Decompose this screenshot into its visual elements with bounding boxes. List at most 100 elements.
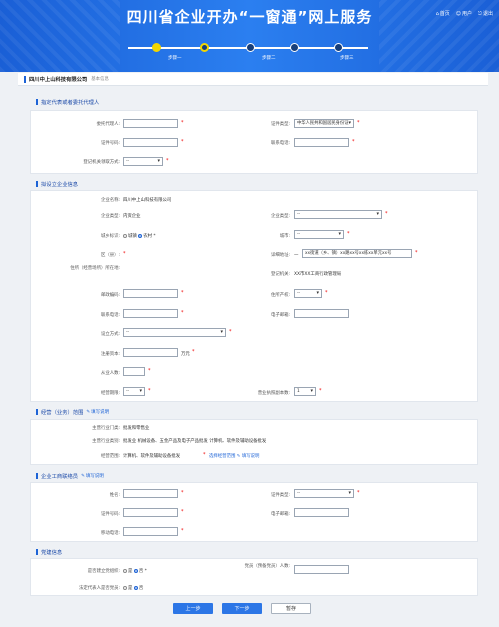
liaison-email-input[interactable] — [294, 508, 349, 517]
setup-way-select[interactable]: -- — [123, 328, 226, 337]
property-select[interactable]: -- — [294, 289, 322, 298]
period-select[interactable]: -- — [123, 387, 145, 396]
scope-help-link[interactable]: ✎ 填写说明 — [86, 409, 110, 416]
edit-icon: ✎ — [236, 454, 241, 459]
select-scope-label: 选择经营范围 — [209, 454, 236, 459]
scope-label: 经营范围: — [100, 454, 120, 459]
liaison-idtype-select[interactable]: -- — [294, 489, 354, 498]
address-input[interactable]: xx街道（乡、镇）xx路xx号xx栋xx单元xx号 — [302, 249, 412, 258]
save-draft-button[interactable]: 暂存 — [271, 603, 311, 614]
step-label-3: 步骤三 — [340, 56, 354, 61]
radio-urban[interactable] — [123, 233, 127, 238]
legal-rep-party-radios: 是 否 — [123, 585, 143, 591]
required-mark: * — [181, 490, 184, 496]
section-agent-title: 指定代表或者委托代理人 — [41, 100, 100, 106]
header-banner: 四川省企业开办“一窗通”网上服务 ⌂ 首页 ☺ 用户 ⎋ 退出 步骤一 步骤二 步骤三 — [0, 0, 499, 72]
required-mark: * — [181, 509, 184, 515]
required-mark: * — [181, 310, 184, 316]
required-mark: * — [319, 388, 322, 394]
agent-input[interactable] — [123, 119, 178, 128]
liaison-idno-label: 证件号码: — [100, 512, 120, 517]
step-label-1: 步骤一 — [168, 56, 182, 61]
employees-input[interactable] — [123, 367, 145, 376]
section-marker — [36, 99, 38, 105]
liaison-mobile-label: 移动电话: — [100, 531, 120, 536]
liaison-name-input[interactable] — [123, 489, 178, 498]
section-company-header: 拟设立企业信息 — [36, 180, 78, 188]
agent-label: 委托代理人: — [96, 122, 120, 127]
nav-logout[interactable]: ⎋ 退出 — [478, 10, 493, 18]
liaison-help-label: 填写说明 — [85, 474, 104, 479]
id-number-label: 证件号码: — [100, 141, 120, 146]
section-party-header: 党建信息 — [36, 548, 62, 556]
section-liaison-header: 企业工商联络员 ✎ 填写说明 — [36, 472, 104, 480]
main-industry-label: 主营行业类别: — [92, 439, 120, 444]
phone-input[interactable] — [294, 138, 349, 147]
logout-icon: ⎋ — [478, 10, 482, 17]
party-count-input[interactable] — [294, 565, 349, 574]
city-select[interactable]: -- — [294, 230, 344, 239]
party-org-radios: 是 否 * — [123, 568, 147, 574]
nav-user[interactable]: ☺ 用户 — [456, 10, 472, 18]
required-mark: * — [181, 139, 184, 145]
company-type-value: 内资企业 — [123, 214, 141, 219]
setup-way-label: 设立方式: — [100, 332, 120, 337]
select-scope-link[interactable]: 选择经营范围 ✎ 填写说明 — [209, 453, 259, 459]
top-nav: ⌂ 首页 ☺ 用户 ⎋ 退出 — [435, 10, 493, 18]
step-dot-1b — [200, 43, 209, 52]
radio-rep-no[interactable] — [133, 585, 138, 590]
zip-input[interactable] — [123, 289, 178, 298]
city-label: 城市: — [279, 234, 290, 239]
required-mark: * — [166, 158, 169, 164]
zip-label: 邮政编码: — [100, 293, 120, 298]
home-icon: ⌂ — [435, 10, 439, 17]
required-mark: * — [148, 368, 151, 374]
company-phone-input[interactable] — [123, 309, 178, 318]
industry-type-select[interactable]: -- — [294, 210, 382, 219]
id-number-input[interactable] — [123, 138, 178, 147]
liaison-mobile-input[interactable] — [123, 527, 178, 536]
email-input[interactable] — [294, 309, 349, 318]
step-label-2: 步骤二 — [262, 56, 276, 61]
email-label: 电子邮箱: — [270, 313, 290, 318]
radio-rep-yes[interactable] — [123, 585, 127, 590]
section-marker — [36, 181, 38, 187]
nav-logout-label: 退出 — [482, 11, 493, 17]
liaison-email-label: 电子邮箱: — [270, 512, 290, 517]
scope-help-label: 填写说明 — [91, 410, 110, 415]
employees-label: 从业人数: — [100, 371, 120, 376]
section-company-title: 拟设立企业信息 — [41, 182, 79, 188]
required-mark: * — [415, 250, 418, 256]
pickup-select[interactable]: -- — [123, 157, 163, 166]
liaison-idno-input[interactable] — [123, 508, 178, 517]
radio-rural-label: 农村 — [143, 234, 152, 239]
section-party-title: 党建信息 — [41, 550, 63, 556]
required-mark: * — [357, 490, 360, 496]
prev-button[interactable]: 上一步 — [173, 603, 213, 614]
breadcrumb-marker — [24, 75, 26, 83]
id-type-select[interactable]: 中华人民共和国居民身份证 — [294, 119, 354, 128]
section-scope-header: 经营（业务）范围 ✎ 填写说明 — [36, 408, 109, 416]
liaison-name-label: 姓名: — [109, 493, 120, 498]
company-name-value: 四川中上山科技有限公司 — [123, 198, 172, 203]
required-mark: * — [181, 290, 184, 296]
required-mark: * — [203, 452, 206, 458]
property-label: 住所产权: — [270, 293, 290, 298]
radio-rural[interactable] — [138, 233, 143, 238]
required-mark: * — [352, 139, 355, 145]
capital-input[interactable] — [123, 348, 178, 357]
nav-home[interactable]: ⌂ 首页 — [435, 10, 450, 18]
party-count-label: 党员（预备党员）人数: — [244, 564, 290, 569]
step-dot-1a — [152, 43, 161, 52]
next-button[interactable]: 下一步 — [222, 603, 262, 614]
liaison-help-link[interactable]: ✎ 填写说明 — [81, 473, 104, 480]
edit-icon: ✎ — [86, 409, 91, 415]
capital-unit: 万元 — [181, 352, 190, 357]
radio-party-no[interactable] — [133, 568, 138, 573]
area-label: 城乡标识: — [100, 234, 120, 239]
breadcrumb-sub: 基本信息 — [91, 77, 109, 82]
step-dot-2a — [246, 43, 255, 52]
section-marker — [36, 409, 38, 415]
radio-party-yes[interactable] — [123, 568, 127, 573]
copies-select[interactable]: 1 — [294, 387, 316, 396]
